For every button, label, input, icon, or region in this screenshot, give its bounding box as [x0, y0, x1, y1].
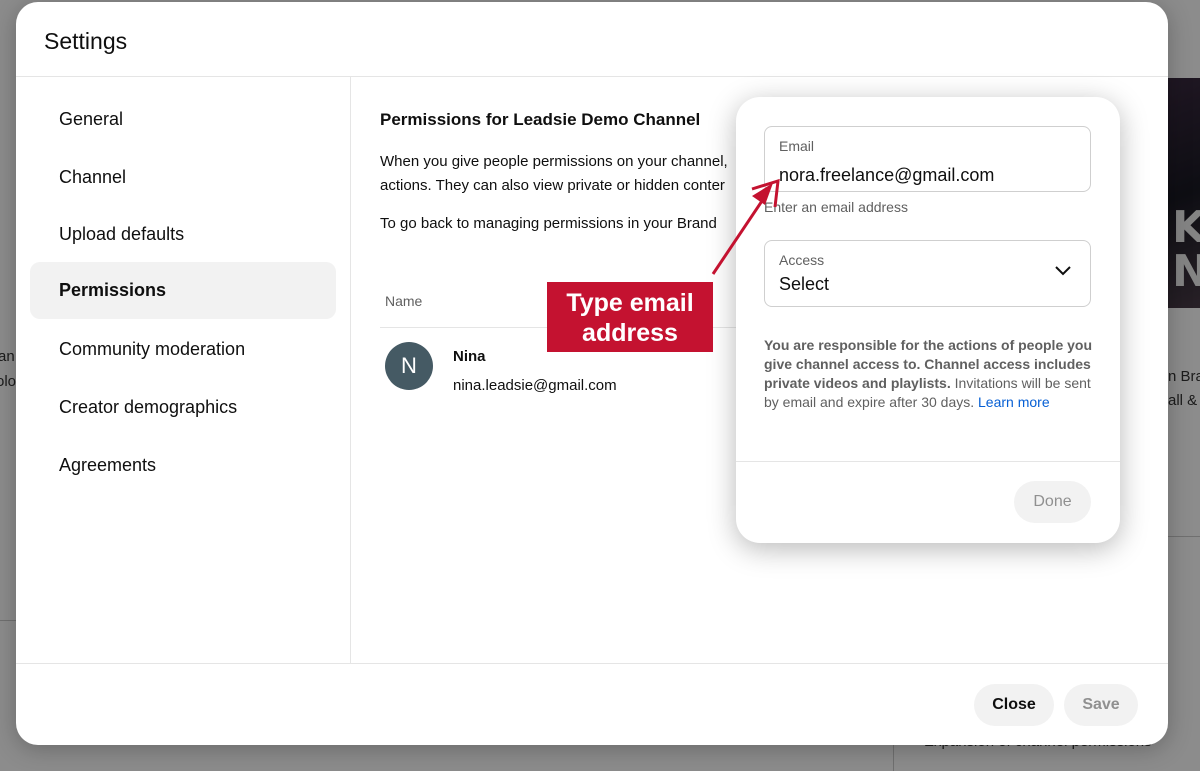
permissions-description: actions. They can also view private or h…	[380, 177, 725, 194]
dialog-header: Settings	[16, 2, 1168, 77]
access-label: Access	[779, 252, 825, 268]
access-dropdown[interactable]: Access Select	[764, 240, 1091, 307]
popup-divider	[736, 461, 1120, 462]
sidebar-item-general[interactable]: General	[30, 91, 336, 148]
sidebar-item-upload-defaults[interactable]: Upload defaults	[30, 206, 336, 263]
chevron-down-icon	[1055, 266, 1071, 276]
done-button[interactable]: Done	[1014, 481, 1091, 523]
user-email: nina.leadsie@gmail.com	[453, 377, 617, 394]
sidebar-item-creator-demographics[interactable]: Creator demographics	[30, 379, 336, 436]
avatar: N	[385, 342, 433, 390]
permissions-title: Permissions for Leadsie Demo Channel	[380, 110, 701, 129]
email-label: Email	[779, 138, 815, 154]
sidebar-item-community-moderation[interactable]: Community moderation	[30, 321, 336, 378]
permissions-description: When you give people permissions on your…	[380, 153, 728, 170]
sidebar-item-channel[interactable]: Channel	[30, 149, 336, 206]
brand-account-note: To go back to managing permissions in yo…	[380, 215, 717, 232]
email-helper-text: Enter an email address	[764, 199, 908, 215]
email-field[interactable]: Email nora.freelance@gmail.com	[764, 126, 1091, 192]
learn-more-link[interactable]: Learn more	[978, 394, 1050, 410]
invite-popup: Email nora.freelance@gmail.com Enter an …	[736, 97, 1120, 543]
callout-line: Type email	[566, 289, 694, 317]
settings-sidebar: General Channel Upload defaults Permissi…	[16, 77, 351, 664]
annotation-callout: Type email address	[547, 282, 713, 352]
dialog-title: Settings	[44, 28, 128, 54]
callout-line: address	[582, 319, 678, 347]
access-selected-value: Select	[779, 274, 830, 294]
column-header-name: Name	[385, 293, 423, 309]
sidebar-item-permissions[interactable]: Permissions	[30, 262, 336, 319]
dialog-footer: Close Save	[16, 663, 1168, 745]
access-notice: You are responsible for the actions of p…	[764, 336, 1094, 412]
close-button[interactable]: Close	[974, 684, 1054, 726]
email-input[interactable]: nora.freelance@gmail.com	[779, 165, 994, 186]
sidebar-item-agreements[interactable]: Agreements	[30, 437, 336, 494]
user-name: Nina	[453, 348, 486, 365]
save-button[interactable]: Save	[1064, 684, 1138, 726]
